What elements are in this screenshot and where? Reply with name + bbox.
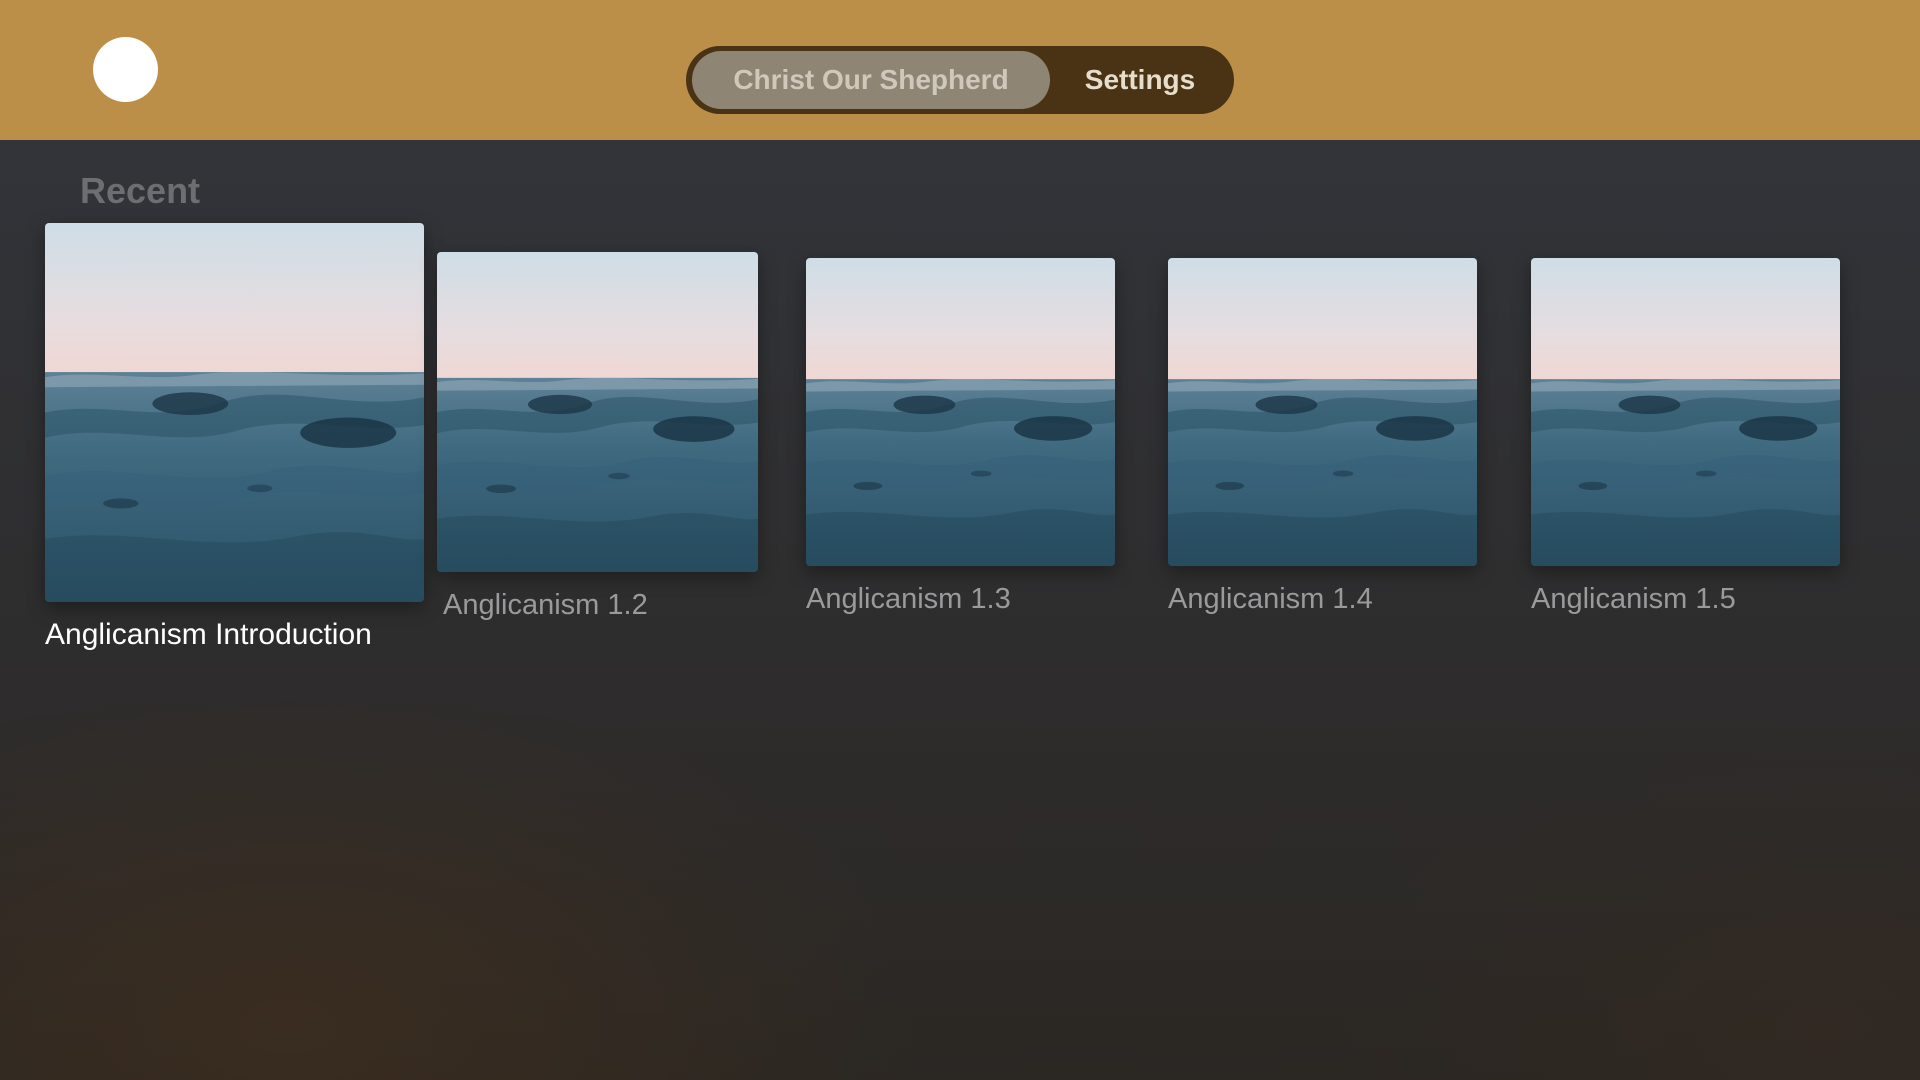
item-thumbnail <box>45 223 424 602</box>
item-title: Anglicanism 1.3 <box>806 583 1011 615</box>
tab-christ-our-shepherd[interactable]: Christ Our Shepherd <box>692 51 1050 109</box>
profile-avatar[interactable] <box>93 37 158 102</box>
item-thumbnail <box>806 258 1115 566</box>
recent-section-title: Recent <box>80 170 201 211</box>
item-thumbnail <box>437 252 758 572</box>
item-title: Anglicanism 1.2 <box>443 589 648 621</box>
item-title: Anglicanism Introduction <box>45 618 372 651</box>
top-navigation-bar: Christ Our Shepherd Settings <box>0 0 1920 140</box>
tab-settings[interactable]: Settings <box>1052 51 1228 109</box>
item-title: Anglicanism 1.4 <box>1168 583 1373 615</box>
item-thumbnail <box>1531 258 1840 566</box>
item-title: Anglicanism 1.5 <box>1531 583 1736 615</box>
tab-bar: Christ Our Shepherd Settings <box>686 46 1234 114</box>
item-thumbnail <box>1168 258 1477 566</box>
